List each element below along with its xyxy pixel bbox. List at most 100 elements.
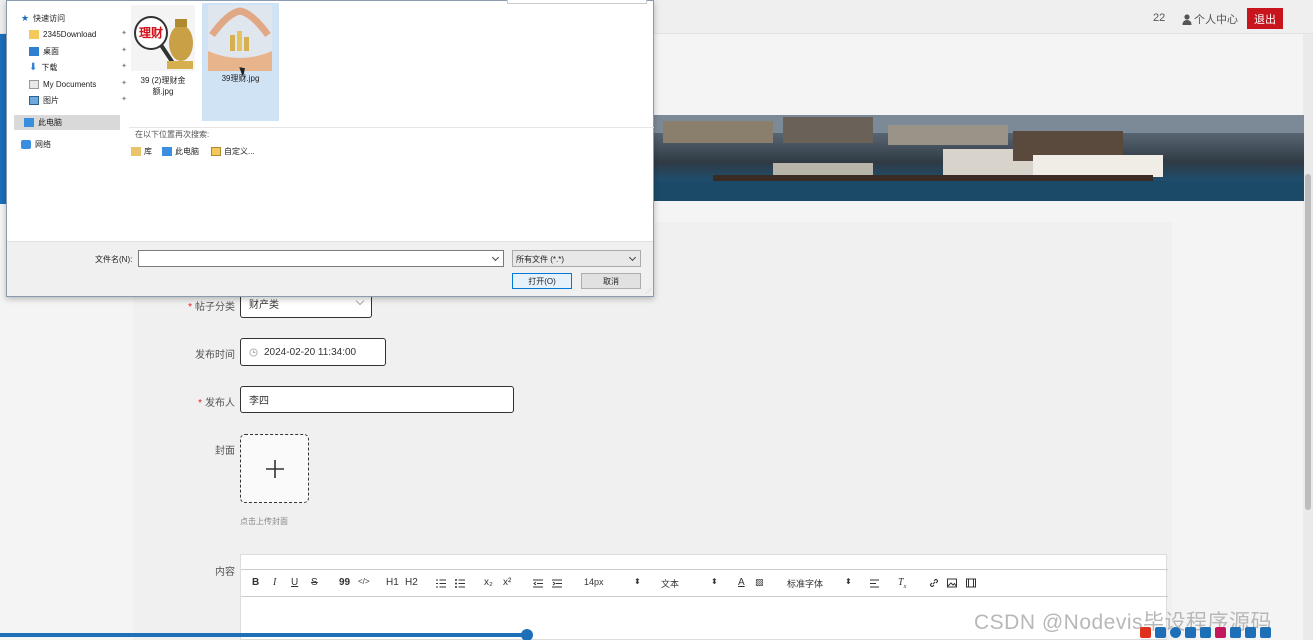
font-color-icon[interactable]: A [738,577,745,588]
editor-toolbar: B I U S 99 </> H1 H2 x₂ x² 14px ⬍ 文本 ⬍ A… [241,569,1168,597]
h2-button[interactable]: H2 [405,577,418,588]
library-icon [131,147,141,156]
dialog-search-box[interactable] [507,0,647,4]
file-thumbnail [208,5,272,71]
search-custom-link[interactable]: 自定义... [211,146,255,157]
plus-icon [265,459,284,478]
cancel-button[interactable]: 取消 [581,273,641,289]
profile-link[interactable]: 个人中心 [1182,11,1238,27]
align-left-icon[interactable] [870,579,879,588]
video-progress-bar[interactable] [0,629,533,640]
page-scrollbar[interactable] [1303,34,1313,640]
search-again-title: 在以下位置再次搜索: [135,130,210,139]
profile-label: 个人中心 [1194,14,1238,26]
updown-icon: ⬍ [845,577,852,586]
nav-my-documents[interactable]: My Documents ✦ [29,77,129,92]
nav-pictures[interactable]: 图片 ✦ [29,93,129,108]
publisher-value: 李四 [249,396,269,407]
nav-2345download[interactable]: 2345Download ✦ [29,27,129,42]
skin-icon[interactable] [1230,627,1241,638]
background-color-icon[interactable]: ▨ [755,577,764,588]
updown-icon: ⬍ [634,577,641,586]
file-item-selected[interactable]: 39理财.jpg [202,3,279,121]
user-icon [1182,13,1192,25]
notification-count: 22 [1153,12,1166,24]
custom-folder-icon [211,147,221,156]
publish-time-input[interactable]: 2024-02-20 11:34:00 [240,338,386,366]
grid-icon[interactable] [1245,627,1256,638]
text-type-select[interactable]: 文本 [661,577,679,590]
filename-label: 文件名(N): [95,255,133,264]
banner-image [653,115,1304,201]
filename-input[interactable] [138,250,504,267]
network-icon [21,140,31,149]
publish-time-value: 2024-02-20 11:34:00 [264,346,357,358]
chevron-down-icon[interactable] [491,253,500,262]
download-icon: ⬇ [29,62,38,73]
ime-lang-icon[interactable] [1155,627,1166,638]
publish-time-label: 发布时间 [195,350,235,361]
filetype-select[interactable]: 所有文件 (*.*) [512,250,641,267]
keyboard-icon[interactable] [1200,627,1211,638]
ime-icon[interactable] [1140,627,1151,638]
file-thumbnail: 理财 [131,5,195,71]
search-library-link[interactable]: 库 [131,146,152,157]
chevron-down-icon [628,253,637,262]
mic-icon[interactable] [1185,627,1196,638]
heart-icon[interactable] [1215,627,1226,638]
system-tray [1140,625,1310,640]
pin-icon: ✦ [121,47,127,54]
italic-button[interactable]: I [273,577,276,588]
cover-label: 封面 [215,446,235,457]
underline-button[interactable]: U [291,577,298,588]
open-button[interactable]: 打开(O) [512,273,572,289]
code-button[interactable]: </> [358,577,370,586]
quote-button[interactable]: 99 [339,577,350,588]
desktop-icon [29,47,39,56]
search-this-pc-link[interactable]: 此电脑 [162,146,199,157]
computer-icon [24,118,34,127]
settings-icon[interactable] [1260,627,1271,638]
divider [129,127,654,128]
progress-knob[interactable] [521,629,533,640]
image-icon[interactable] [947,578,957,588]
nav-desktop[interactable]: 桌面 ✦ [29,44,129,59]
scrollbar-thumb[interactable] [1305,174,1311,510]
publisher-input[interactable]: 李四 [240,386,514,413]
bullet-list-icon[interactable] [455,579,465,588]
chevron-down-icon [355,296,365,306]
h1-button[interactable]: H1 [386,577,399,588]
computer-icon [162,147,172,156]
font-size-select[interactable]: 14px [584,577,604,587]
ordered-list-icon[interactable] [436,579,446,588]
outdent-icon[interactable] [533,579,543,588]
publisher-label: * 发布人 [198,398,235,409]
video-icon[interactable] [966,578,976,588]
strike-button[interactable]: S [311,577,318,588]
nav-this-pc[interactable]: 此电脑 [14,115,120,130]
picture-icon [29,96,39,105]
logout-button[interactable]: 退出 [1247,8,1283,29]
clock-icon [249,347,258,357]
bold-button[interactable]: B [252,577,259,588]
updown-icon: ⬍ [711,577,718,586]
nav-quick-access[interactable]: ★ 快速访问 [21,11,121,26]
resize-grip-icon[interactable]: ⋰ [645,288,651,295]
superscript-button[interactable]: x² [503,577,511,588]
dot-icon[interactable] [1170,627,1181,638]
svg-text:理财: 理财 [139,25,163,40]
link-icon[interactable] [929,578,939,588]
pin-icon: ✦ [121,63,127,70]
clear-format-icon[interactable]: Tx [898,577,906,590]
font-family-select[interactable]: 标准字体 [787,577,823,590]
indent-icon[interactable] [552,579,562,588]
file-name: 39理财.jpg [221,74,260,83]
file-item[interactable]: 理财 39 (2)理财金 额.jpg [129,5,199,121]
nav-network[interactable]: 网络 [21,137,121,152]
pin-icon: ✦ [121,30,127,37]
subscript-button[interactable]: x₂ [484,577,493,588]
cover-upload[interactable] [240,434,309,503]
nav-downloads[interactable]: ⬇ 下载 ✦ [29,60,129,75]
folder-icon [29,30,39,39]
document-icon [29,80,39,89]
